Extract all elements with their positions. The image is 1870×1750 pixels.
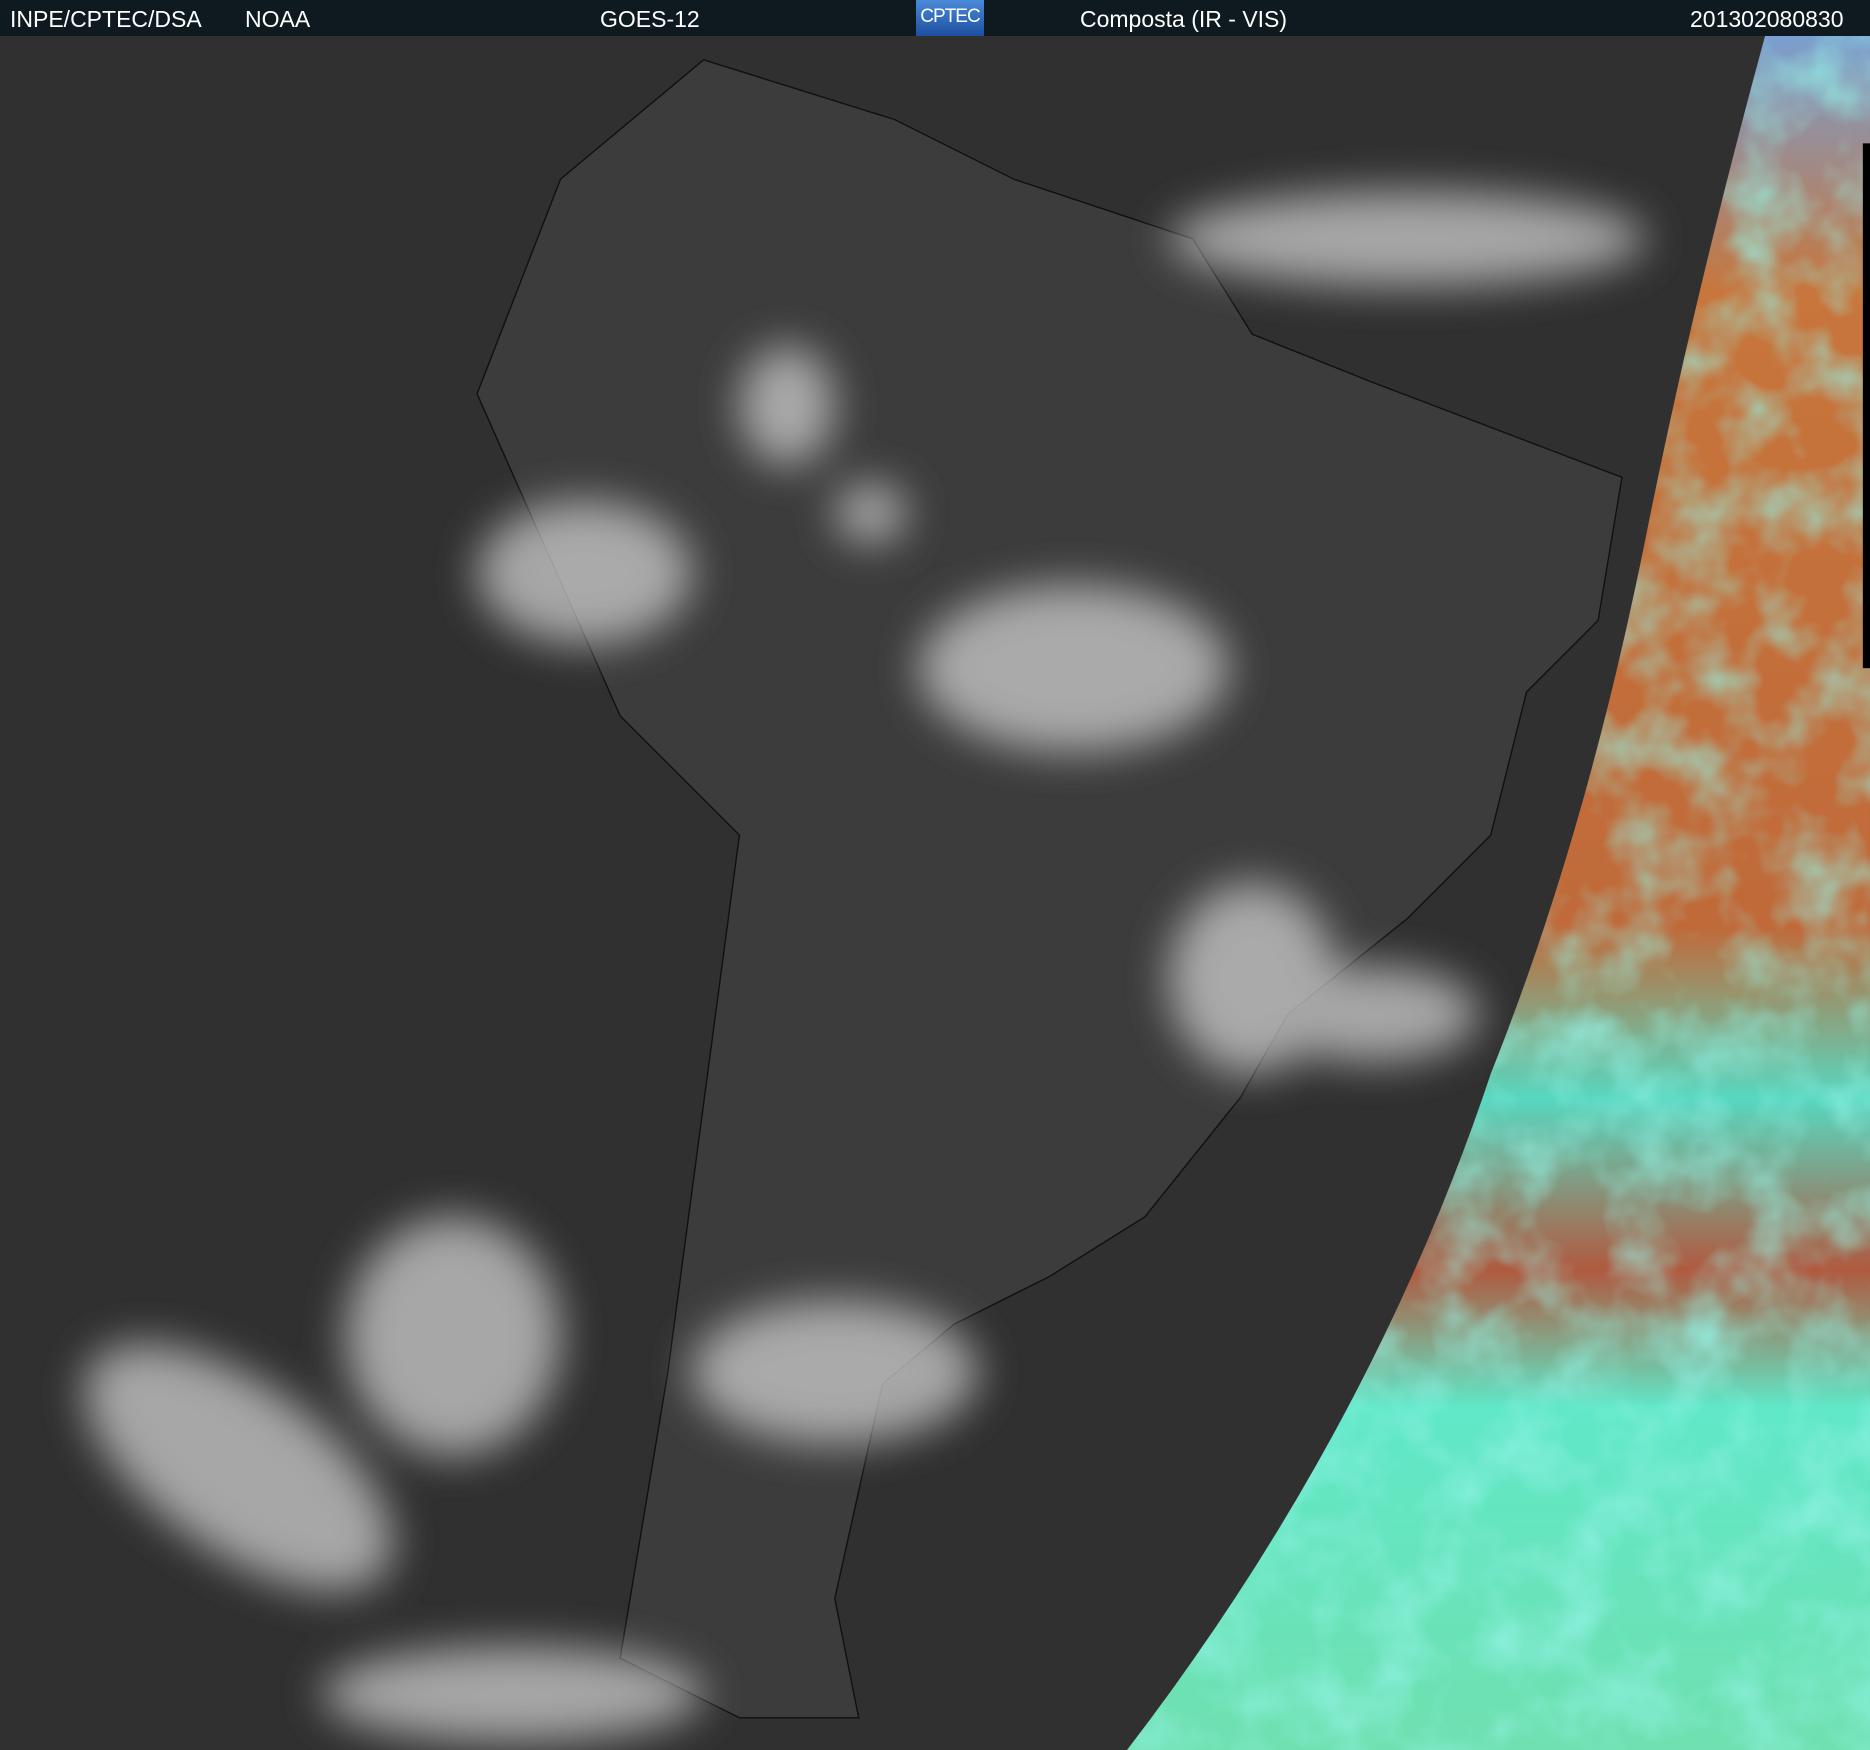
institution-label: INPE/CPTEC/DSA [10, 6, 202, 32]
satellite-image-viewer: INPE/CPTEC/DSA NOAA GOES-12 CPTEC Compos… [0, 0, 1870, 1750]
header-bar: INPE/CPTEC/DSA NOAA GOES-12 CPTEC Compos… [0, 0, 1870, 36]
product-label: Composta (IR - VIS) [1080, 6, 1288, 32]
agency-label: NOAA [245, 6, 311, 32]
cptec-logo: CPTEC [916, 0, 984, 36]
satellite-label: GOES-12 [600, 6, 700, 32]
earth-edge [1862, 143, 1870, 669]
satellite-composite-image [0, 36, 1870, 1750]
timestamp-label: 201302080830 [1690, 6, 1844, 32]
